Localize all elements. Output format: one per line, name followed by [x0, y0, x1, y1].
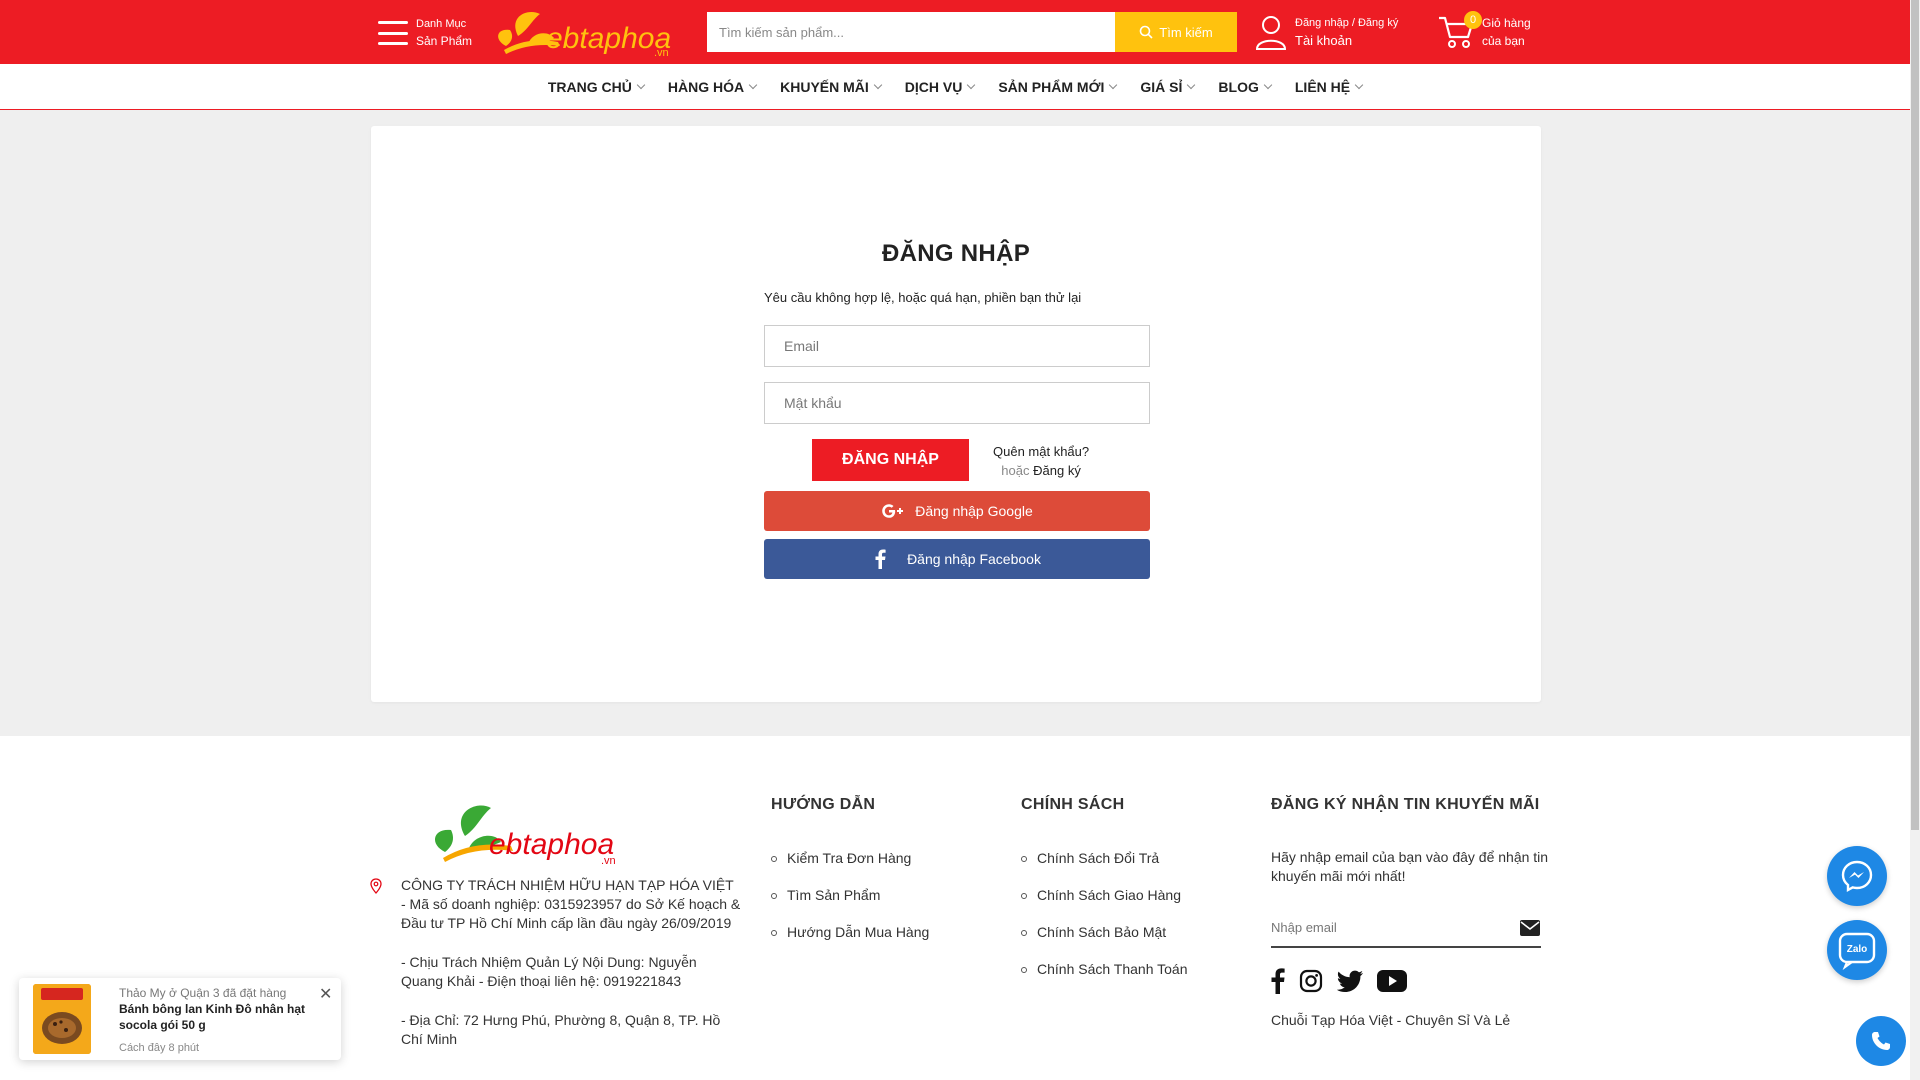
twitter-icon[interactable] — [1337, 970, 1363, 992]
toast-product: Bánh bông lan Kinh Đô nhân hạt socola gó… — [119, 1002, 305, 1032]
search-button-label: Tìm kiếm — [1159, 24, 1213, 40]
product-thumbnail — [33, 984, 91, 1054]
chevron-down-icon — [748, 80, 758, 89]
toast-time: Cách đây 8 phút — [119, 1042, 200, 1054]
account-link[interactable]: Đăng nhập / Đăng ký Tài khoản — [1255, 12, 1398, 52]
category-menu-button[interactable]: Danh Mục Sản Phẩm — [378, 16, 490, 50]
content-manager: - Chịu Trách Nhiệm Quản Lý Nội Dung: Ngu… — [401, 954, 697, 989]
user-icon — [1255, 16, 1287, 50]
envelope-icon[interactable] — [1520, 920, 1540, 936]
messenger-chat-button[interactable] — [1827, 846, 1887, 906]
top-header: Danh Mục Sản Phẩm ebtaphoa .vn Tìm kiếm … — [0, 0, 1920, 64]
nav-item-wholesale[interactable]: GIÁ SỈ — [1128, 79, 1206, 95]
svg-text:ebtaphoa: ebtaphoa — [546, 22, 671, 55]
account-label: Tài khoản — [1295, 33, 1353, 48]
policy-list: Chính Sách Đổi Trả Chính Sách Giao Hàng … — [1021, 850, 1188, 998]
company-info: CÔNG TY TRÁCH NHIỆM HỮU HẠN TẠP HÓA VIỆT… — [370, 876, 741, 1069]
main-nav: TRANG CHỦ HÀNG HÓA KHUYẾN MÃI DỊCH VỤ SẢ… — [0, 64, 1920, 110]
policy-item[interactable]: Chính Sách Giao Hàng — [1021, 887, 1188, 924]
svg-text:Zalo: Zalo — [1847, 944, 1868, 955]
nav-item-home[interactable]: TRANG CHỦ — [536, 79, 656, 95]
location-pin-icon — [370, 878, 382, 894]
svg-text:.vn: .vn — [654, 47, 669, 59]
facebook-icon — [875, 549, 886, 569]
cart-link[interactable]: 0 Giỏ hàng của bạn — [1438, 11, 1531, 52]
account-login-register: Đăng nhập / Đăng ký — [1295, 17, 1399, 29]
site-logo[interactable]: ebtaphoa .vn — [488, 6, 688, 60]
guide-list: Kiểm Tra Đơn Hàng Tìm Sản Phẩm Hướng Dẫn… — [771, 850, 929, 961]
newsletter-title: ĐĂNG KÝ NHẬN TIN KHUYẾN MÃI — [1271, 796, 1540, 813]
nav-item-blog[interactable]: BLOG — [1206, 79, 1282, 95]
policy-item[interactable]: Chính Sách Bảo Mật — [1021, 924, 1188, 961]
newsletter-email-input[interactable] — [1271, 908, 1541, 948]
email-field[interactable] — [764, 325, 1150, 367]
login-error-message: Yêu cầu không hợp lệ, hoặc quá hạn, phiề… — [764, 290, 1082, 305]
svg-text:ebtaphoa: ebtaphoa — [489, 828, 614, 861]
policy-item[interactable]: Chính Sách Thanh Toán — [1021, 961, 1188, 998]
close-icon[interactable]: ✕ — [319, 984, 332, 1004]
or-label: hoặc — [1001, 463, 1030, 478]
register-link[interactable]: Đăng ký — [1033, 463, 1081, 478]
nav-item-contact[interactable]: LIÊN HỆ — [1283, 79, 1374, 95]
company-registration: CÔNG TY TRÁCH NHIỆM HỮU HẠN TẠP HÓA VIỆT… — [401, 877, 741, 931]
cart-label-line1: Giỏ hàng — [1482, 16, 1531, 30]
zalo-chat-button[interactable]: Zalo — [1827, 920, 1887, 980]
password-field[interactable] — [764, 382, 1150, 424]
forgot-password-link[interactable]: Quên mật khẩu? — [993, 444, 1089, 459]
chevron-down-icon — [1109, 80, 1118, 89]
cart-label-line2: của bạn — [1482, 34, 1525, 48]
guide-item[interactable]: Kiểm Tra Đơn Hàng — [771, 850, 929, 887]
nav-item-new-products[interactable]: SẢN PHẨM MỚI — [986, 79, 1128, 95]
scrollbar-thumb[interactable] — [1911, 0, 1919, 830]
guide-title: HƯỚNG DẪN — [771, 796, 876, 813]
hamburger-icon — [378, 21, 408, 45]
login-panel: ĐĂNG NHẬP Yêu cầu không hợp lệ, hoặc quá… — [371, 126, 1541, 702]
company-address: - Địa Chỉ: 72 Hưng Phú, Phường 8, Quận 8… — [401, 1012, 721, 1047]
chevron-down-icon — [636, 80, 646, 89]
phone-call-button[interactable] — [1856, 1016, 1906, 1066]
facebook-icon[interactable] — [1271, 968, 1285, 994]
google-plus-icon — [882, 504, 904, 518]
messenger-icon — [1841, 860, 1873, 893]
google-login-label: Đăng nhập Google — [915, 503, 1033, 519]
svg-text:.vn: .vn — [601, 855, 616, 867]
guide-item[interactable]: Hướng Dẫn Mua Hàng — [771, 924, 929, 961]
page-scrollbar[interactable] — [1910, 0, 1920, 1080]
guide-item[interactable]: Tìm Sản Phẩm — [771, 887, 929, 924]
chevron-down-icon — [1263, 80, 1273, 89]
social-links — [1271, 968, 1407, 994]
policy-item[interactable]: Chính Sách Đổi Trả — [1021, 850, 1188, 887]
nav-item-promotions[interactable]: KHUYẾN MÃI — [768, 79, 893, 95]
search-icon — [1139, 25, 1153, 39]
menu-label-line1: Danh Mục — [416, 18, 467, 30]
search-input[interactable] — [707, 12, 1115, 52]
recent-order-toast[interactable]: Thảo My ở Quận 3 đã đặt hàng Bánh bông l… — [19, 978, 341, 1060]
login-title: ĐĂNG NHẬP — [881, 240, 1031, 267]
search-bar: Tìm kiếm — [707, 12, 1237, 52]
nav-item-services[interactable]: DỊCH VỤ — [893, 79, 987, 95]
facebook-login-button[interactable]: Đăng nhập Facebook — [764, 539, 1150, 579]
footer-logo[interactable]: ebtaphoa .vn — [425, 796, 625, 868]
search-button[interactable]: Tìm kiếm — [1115, 12, 1237, 52]
youtube-icon[interactable] — [1377, 970, 1407, 992]
policy-title: CHÍNH SÁCH — [1021, 796, 1125, 813]
menu-label-line2: Sản Phẩm — [416, 34, 473, 48]
zalo-icon: Zalo — [1838, 932, 1876, 970]
chevron-down-icon — [873, 80, 883, 89]
chevron-down-icon — [967, 80, 976, 89]
phone-icon — [1872, 1032, 1890, 1050]
newsletter-text: Hãy nhập email của bạn vào đây để nhận t… — [1271, 849, 1549, 884]
cart-count-badge: 0 — [1464, 11, 1482, 29]
toast-customer: Thảo My ở Quận 3 đã đặt hàng — [119, 986, 287, 1000]
nav-item-products[interactable]: HÀNG HÓA — [656, 79, 768, 95]
chevron-down-icon — [1354, 80, 1364, 89]
forgot-register-links: Quên mật khẩu? hoặc Đăng ký — [993, 442, 1089, 480]
facebook-login-label: Đăng nhập Facebook — [907, 551, 1041, 567]
footer-tagline: Chuỗi Tạp Hóa Việt - Chuyên Sỉ Và Lẻ — [1271, 1012, 1511, 1028]
instagram-icon[interactable] — [1299, 969, 1323, 993]
google-login-button[interactable]: Đăng nhập Google — [764, 491, 1150, 531]
chevron-down-icon — [1187, 80, 1196, 89]
login-submit-button[interactable]: ĐĂNG NHẬP — [812, 439, 969, 481]
